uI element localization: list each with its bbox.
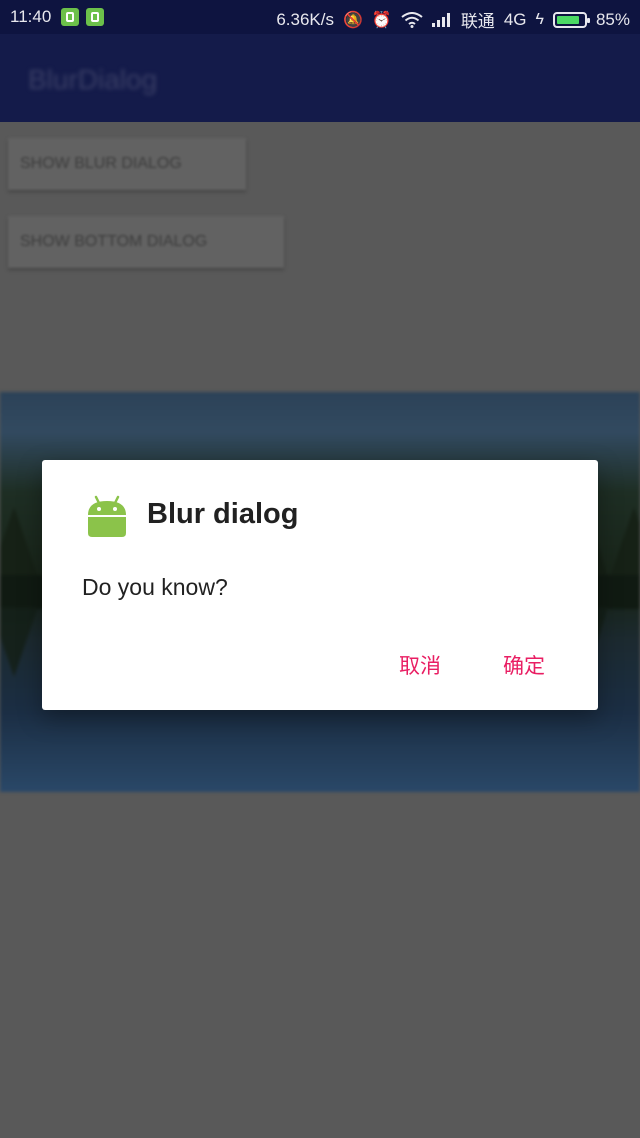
cancel-button[interactable]: 取消 <box>399 650 441 680</box>
dialog-message: Do you know? <box>82 574 228 600</box>
status-bar: 11:40 6.36K/s 🔕 ⏰ 联通 4G ϟ 85% <box>0 0 640 34</box>
ok-button[interactable]: 确定 <box>503 650 545 680</box>
show-bottom-dialog-button[interactable]: SHOW BOTTOM DIALOG <box>8 216 284 268</box>
battery-percent: 85% <box>595 9 630 29</box>
battery-icon <box>552 11 590 28</box>
android-icon <box>88 495 126 537</box>
status-time: 11:40 <box>10 7 52 26</box>
status-right: 6.36K/s 🔕 ⏰ 联通 4G ϟ 85% <box>276 7 630 32</box>
wifi-icon <box>401 11 423 28</box>
signal-icon <box>431 12 450 27</box>
sim-icon <box>61 8 79 26</box>
show-blur-dialog-button[interactable]: SHOW BLUR DIALOG <box>8 138 246 190</box>
app-title: BlurDialog <box>28 64 158 95</box>
charging-icon: ϟ <box>535 10 544 28</box>
blur-dialog: Blur dialog Do you know? 取消 确定 <box>42 460 598 710</box>
alarm-icon: ⏰ <box>371 11 392 29</box>
silent-bell-icon: 🔕 <box>342 11 363 29</box>
dialog-title: Blur dialog <box>147 498 299 530</box>
network-type: 4G <box>503 9 527 29</box>
app-bar: BlurDialog <box>0 34 640 122</box>
cat-icon <box>86 8 104 26</box>
carrier-label: 联通 <box>460 12 495 31</box>
net-speed: 6.36K/s <box>276 9 334 29</box>
battery-fill <box>556 15 580 24</box>
